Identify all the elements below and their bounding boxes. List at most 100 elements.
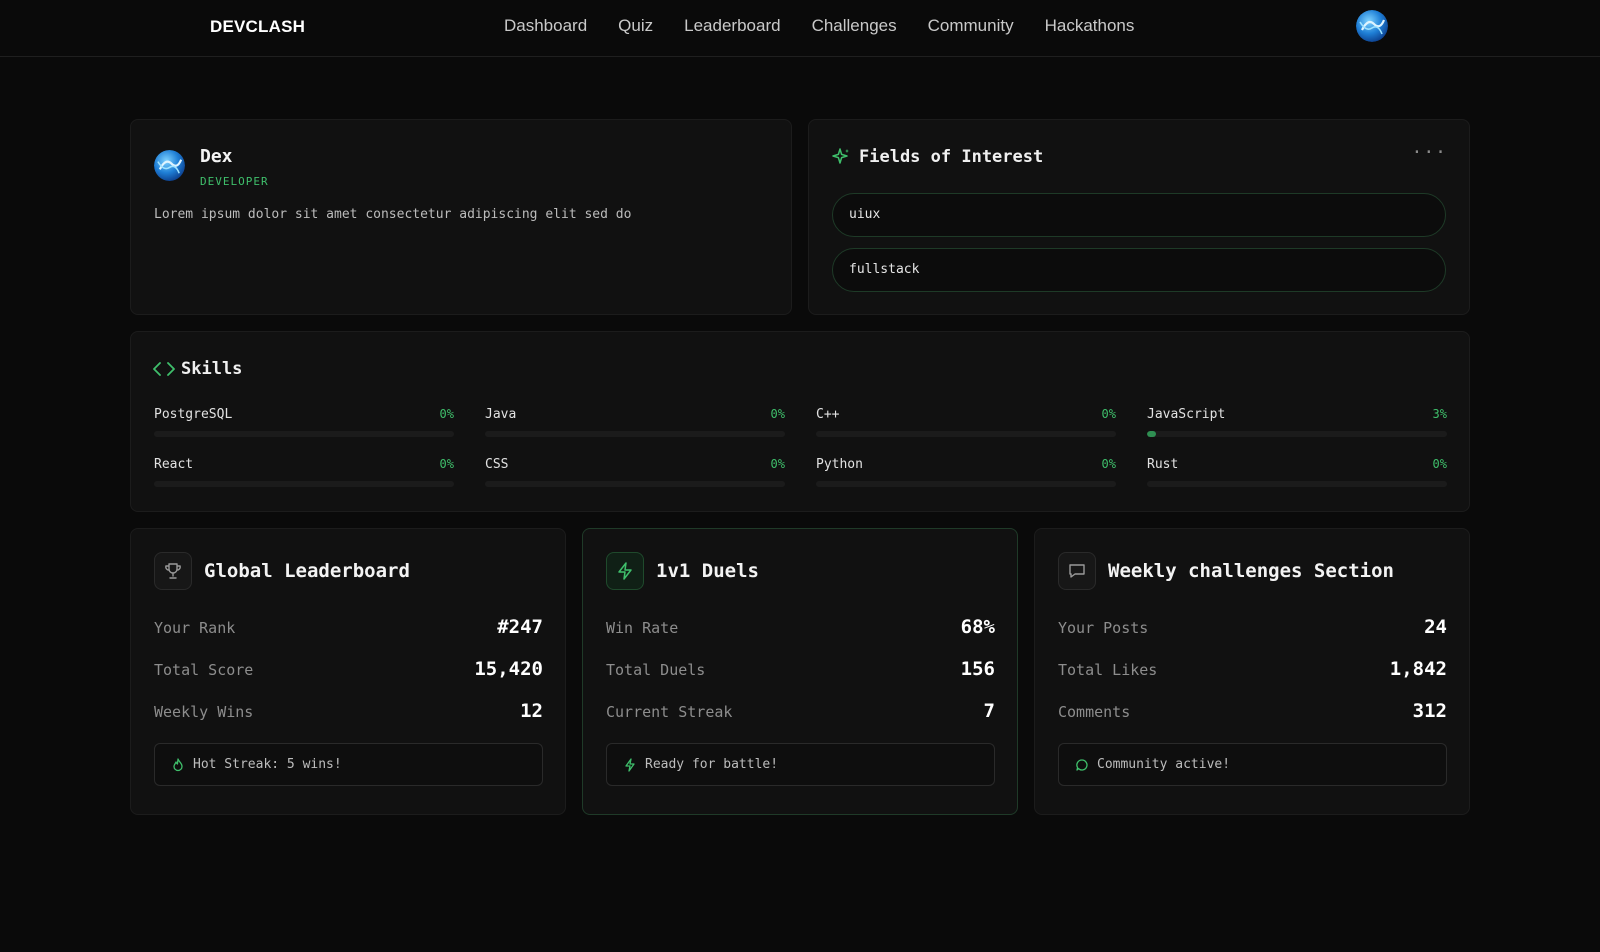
ready-for-battle-button[interactable]: Ready for battle! [606, 743, 995, 786]
stat-label: Current Streak [606, 703, 733, 721]
nav-link-community[interactable]: Community [928, 16, 1014, 36]
interests-card: Fields of Interest ··· uiux fullstack [808, 119, 1470, 315]
stat-value: 1,842 [1389, 658, 1447, 680]
leaderboard-title: Global Leaderboard [204, 560, 410, 582]
user-avatar[interactable] [1356, 10, 1388, 42]
skill-name: Python [816, 457, 863, 472]
skill-item: PostgreSQL 0% [154, 407, 454, 447]
flame-icon [173, 757, 183, 771]
ready-for-battle-text: Ready for battle! [645, 757, 779, 772]
skill-name: PostgreSQL [154, 407, 233, 422]
stat-value: 7 [983, 700, 995, 722]
nav-link-leaderboard[interactable]: Leaderboard [684, 16, 780, 36]
skill-name: CSS [485, 457, 509, 472]
stat-value: 24 [1424, 616, 1447, 638]
nav-link-hackathons[interactable]: Hackathons [1045, 16, 1135, 36]
profile-avatar [154, 150, 185, 181]
stat-label: Your Posts [1058, 619, 1149, 637]
stat-label: Win Rate [606, 619, 679, 637]
skill-percent: 0% [1101, 457, 1116, 471]
skill-percent: 0% [1432, 457, 1447, 471]
weekly-challenges-card: Weekly challenges Section Your Posts 24 … [1034, 528, 1470, 815]
skill-progress-bar [816, 481, 1116, 487]
nav-link-quiz[interactable]: Quiz [618, 16, 653, 36]
profile-name: Dex [200, 146, 233, 167]
stat-value: 156 [960, 658, 995, 680]
stat-row-posts: Your Posts 24 [1058, 616, 1447, 640]
skill-percent: 0% [770, 407, 785, 421]
stat-value: 312 [1412, 700, 1447, 722]
skill-progress-bar [154, 431, 454, 437]
duels-title: 1v1 Duels [656, 560, 759, 582]
interest-tag-uiux[interactable]: uiux [832, 193, 1446, 237]
profile-card: Dex DEVELOPER Lorem ipsum dolor sit amet… [130, 119, 792, 315]
stat-row-likes: Total Likes 1,842 [1058, 658, 1447, 682]
stat-value: 15,420 [474, 658, 543, 680]
interest-tag-fullstack[interactable]: fullstack [832, 248, 1446, 292]
skill-item: C++ 0% [816, 407, 1116, 447]
skill-name: React [154, 457, 194, 472]
lightning-icon [606, 552, 644, 590]
message-icon [1058, 552, 1096, 590]
stat-value: 12 [520, 700, 543, 722]
stat-value: #247 [497, 616, 543, 638]
skill-progress-bar [1147, 481, 1447, 487]
nav-links: Dashboard Quiz Leaderboard Challenges Co… [504, 16, 1134, 36]
more-options-icon[interactable]: ··· [1411, 142, 1447, 163]
chat-bubble-icon [1076, 758, 1088, 771]
sparkle-icon [832, 148, 849, 164]
stat-label: Comments [1058, 703, 1131, 721]
stat-label: Total Likes [1058, 661, 1158, 679]
skill-progress-bar [485, 481, 785, 487]
nav-link-challenges[interactable]: Challenges [812, 16, 897, 36]
stat-row-weekly-wins: Weekly Wins 12 [154, 700, 543, 724]
stat-row-total-duels: Total Duels 156 [606, 658, 995, 682]
skills-card: Skills PostgreSQL 0% Java 0% C++ 0% JavaScript… [130, 331, 1470, 512]
interests-title: Fields of Interest [859, 147, 1044, 167]
skills-title: Skills [181, 359, 243, 379]
duels-card: 1v1 Duels Win Rate 68% Total Duels 156 C… [582, 528, 1018, 815]
skill-percent: 0% [770, 457, 785, 471]
stat-row-rank: Your Rank #247 [154, 616, 543, 640]
profile-bio: Lorem ipsum dolor sit amet consectetur a… [154, 207, 632, 222]
nav-link-dashboard[interactable]: Dashboard [504, 16, 587, 36]
skill-item: CSS 0% [485, 457, 785, 497]
skill-name: JavaScript [1147, 407, 1226, 422]
profile-role: DEVELOPER [200, 175, 269, 188]
skill-progress-bar [1147, 431, 1447, 437]
trophy-icon [154, 552, 192, 590]
skill-name: Rust [1147, 457, 1179, 472]
stat-label: Your Rank [154, 619, 236, 637]
stat-row-current-streak: Current Streak 7 [606, 700, 995, 724]
community-active-text: Community active! [1097, 757, 1231, 772]
stat-label: Total Duels [606, 661, 706, 679]
stat-row-score: Total Score 15,420 [154, 658, 543, 682]
stat-row-win-rate: Win Rate 68% [606, 616, 995, 640]
skill-item: Python 0% [816, 457, 1116, 497]
skill-name: Java [485, 407, 517, 422]
community-active-banner[interactable]: Community active! [1058, 743, 1447, 786]
stat-label: Total Score [154, 661, 254, 679]
skill-percent: 0% [439, 457, 454, 471]
top-nav: DEVCLASH Dashboard Quiz Leaderboard Chal… [0, 0, 1600, 57]
skill-percent: 0% [439, 407, 454, 421]
skill-item: React 0% [154, 457, 454, 497]
skill-percent: 3% [1432, 407, 1447, 421]
leaderboard-card: Global Leaderboard Your Rank #247 Total … [130, 528, 566, 815]
stat-label: Weekly Wins [154, 703, 254, 721]
skill-progress-bar [816, 431, 1116, 437]
skill-item: JavaScript 3% [1147, 407, 1447, 447]
skill-name: C++ [816, 407, 840, 422]
hot-streak-banner[interactable]: Hot Streak: 5 wins! [154, 743, 543, 786]
brand-logo[interactable]: DEVCLASH [210, 17, 305, 37]
code-icon [153, 362, 175, 376]
lightning-icon [625, 757, 635, 772]
hot-streak-text: Hot Streak: 5 wins! [193, 757, 342, 772]
weekly-challenges-title: Weekly challenges Section [1108, 560, 1394, 582]
stat-row-comments: Comments 312 [1058, 700, 1447, 724]
skill-percent: 0% [1101, 407, 1116, 421]
skill-progress-bar [154, 481, 454, 487]
stat-value: 68% [960, 616, 995, 638]
skill-item: Rust 0% [1147, 457, 1447, 497]
skill-progress-fill [1147, 431, 1156, 437]
